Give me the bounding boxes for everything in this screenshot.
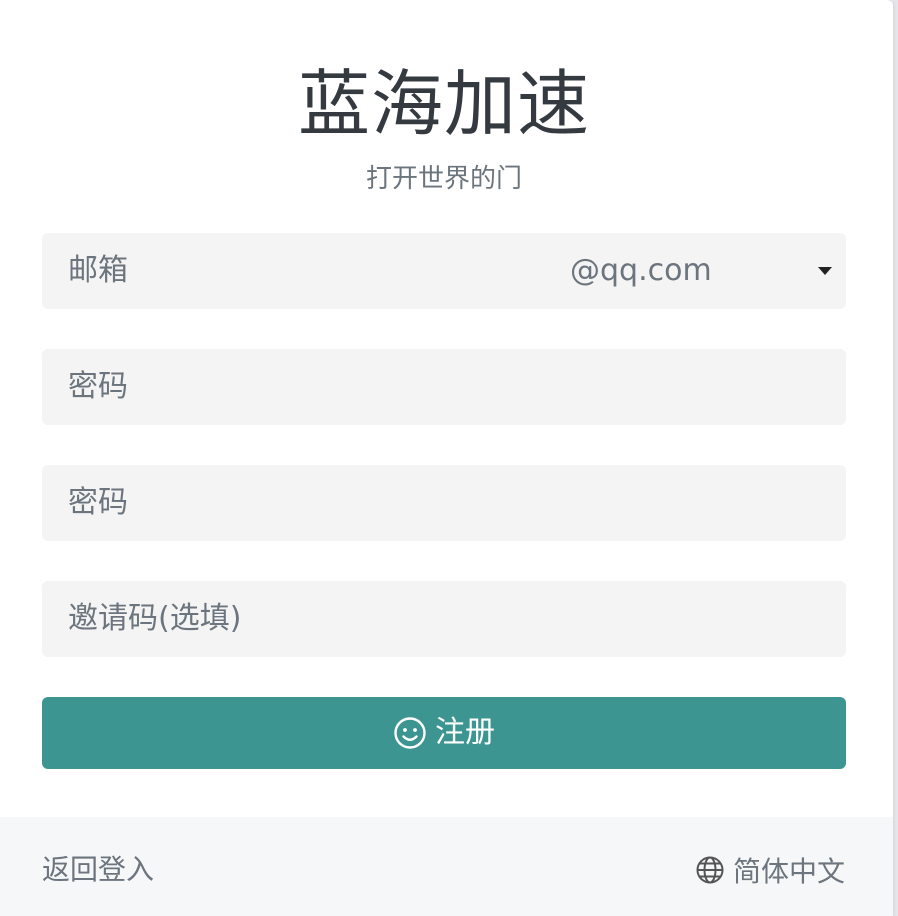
invite-code-placeholder: 邀请码(选填) (68, 601, 242, 636)
card-footer: 返回登入 简体中文 (0, 817, 893, 916)
language-label: 简体中文 (732, 855, 845, 888)
language-switcher[interactable]: 简体中文 (695, 817, 845, 916)
caret-down-icon (818, 267, 832, 275)
email-placeholder: 邮箱 (68, 253, 128, 288)
register-button[interactable]: 注册 (42, 697, 846, 769)
smile-icon (393, 716, 427, 750)
email-domain-select[interactable]: @qq.com (570, 233, 836, 309)
email-domain-value: @qq.com (570, 253, 712, 288)
email-field[interactable]: 邮箱 @qq.com (42, 233, 846, 309)
app-subtitle: 打开世界的门 (365, 164, 522, 194)
confirm-password-placeholder: 密码 (68, 485, 128, 520)
invite-code-field[interactable]: 邀请码(选填) (42, 581, 846, 657)
back-to-login-link[interactable]: 返回登入 (42, 817, 154, 916)
app-title: 蓝海加速 (297, 62, 590, 146)
globe-icon (695, 855, 725, 885)
password-placeholder: 密码 (68, 369, 128, 404)
register-card: 蓝海加速 打开世界的门 邮箱 @qq.com 密码 密码 邀请码(选填) 注册 … (0, 0, 893, 916)
register-button-label: 注册 (435, 715, 495, 750)
register-button-content: 注册 (42, 697, 846, 769)
window-edge (893, 0, 898, 916)
password-field[interactable]: 密码 (42, 349, 846, 425)
confirm-password-field[interactable]: 密码 (42, 465, 846, 541)
